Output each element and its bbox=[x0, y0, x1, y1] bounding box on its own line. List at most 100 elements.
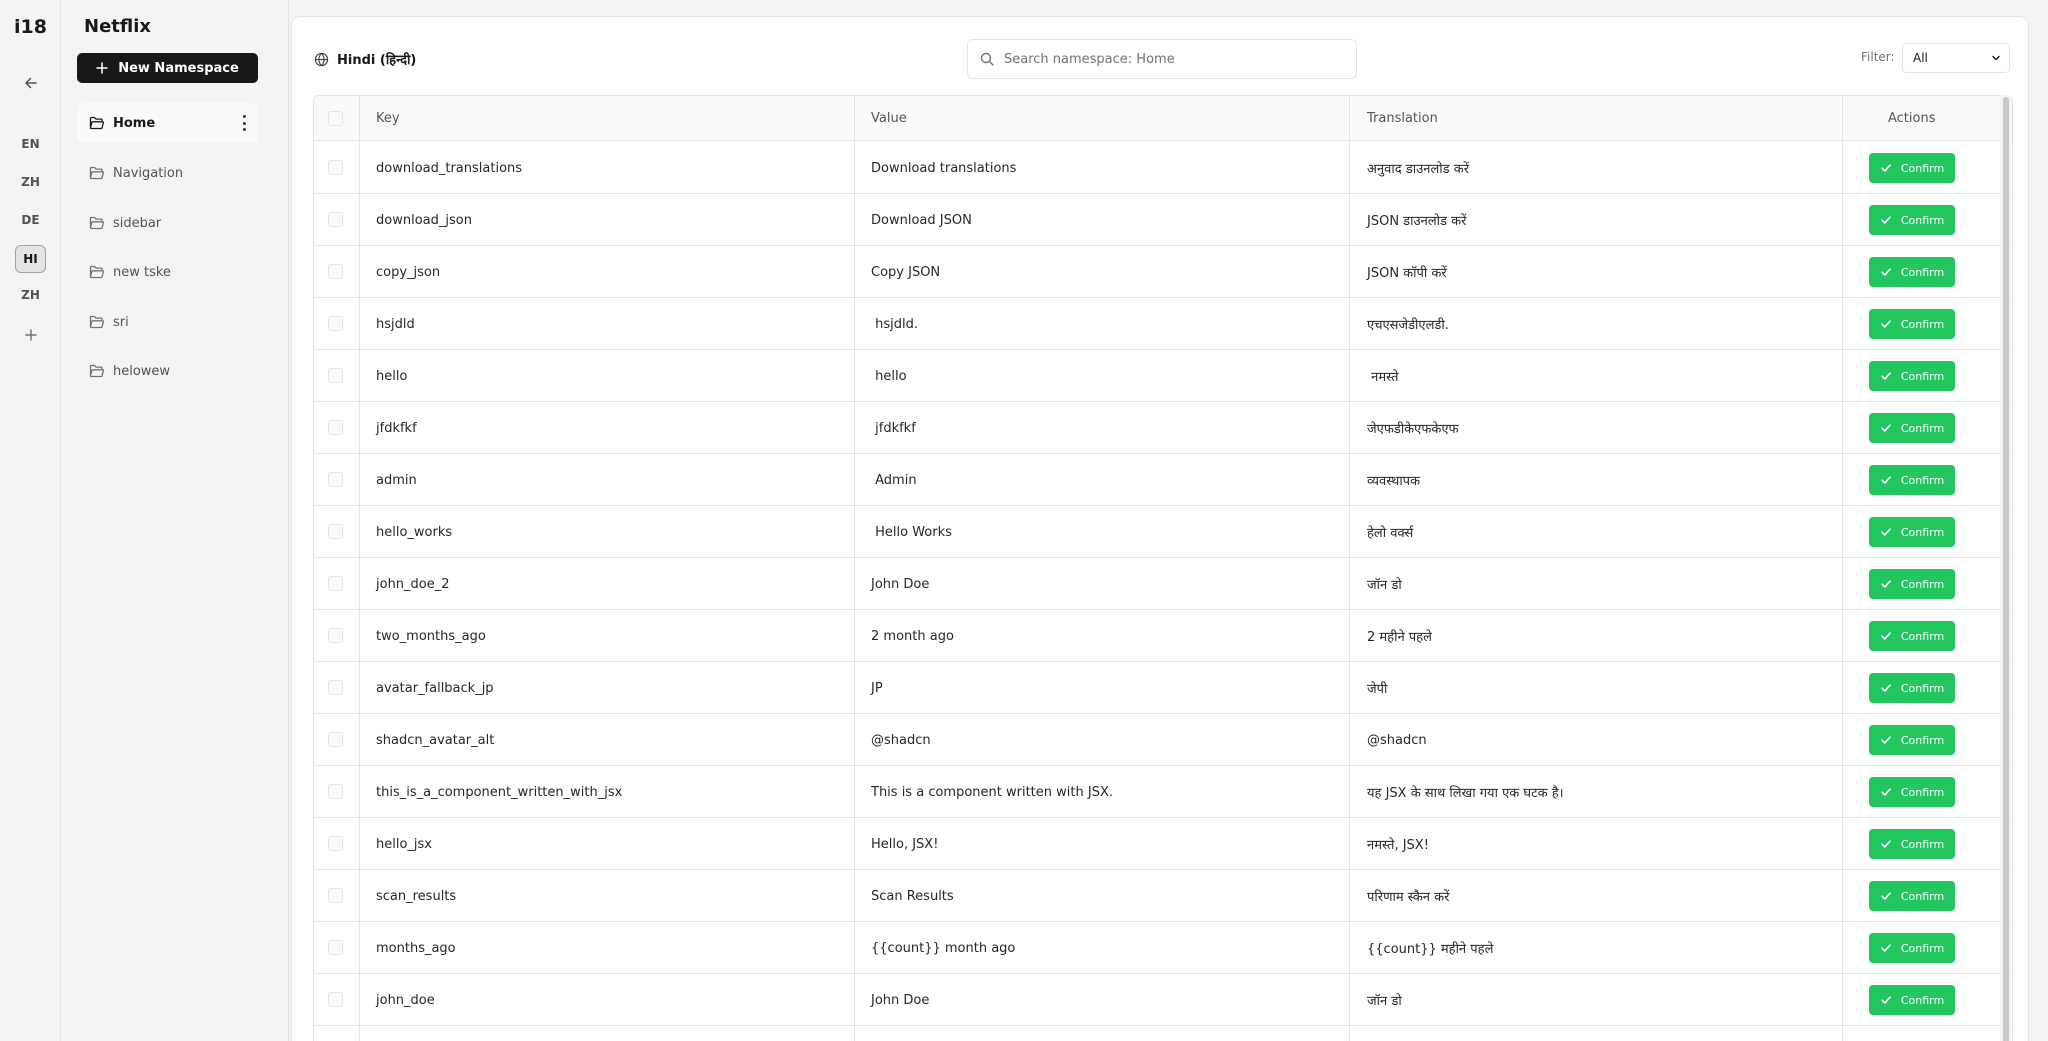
table-scrollbar[interactable] bbox=[2003, 97, 2009, 1041]
row-key: shadcn_avatar_alt bbox=[376, 732, 495, 748]
row-checkbox[interactable] bbox=[328, 576, 343, 591]
confirm-button[interactable]: Confirm bbox=[1869, 413, 1955, 443]
row-checkbox[interactable] bbox=[328, 212, 343, 227]
confirm-label: Confirm bbox=[1900, 421, 1945, 435]
more-vertical-icon[interactable] bbox=[242, 115, 246, 131]
check-icon bbox=[1881, 164, 1891, 172]
language-hi[interactable]: HI bbox=[15, 245, 46, 273]
row-key: john_doe bbox=[376, 992, 435, 1008]
row-checkbox[interactable] bbox=[328, 316, 343, 331]
confirm-button[interactable]: Confirm bbox=[1869, 673, 1955, 703]
check-icon bbox=[1881, 580, 1891, 588]
row-value: Hello Works bbox=[871, 524, 952, 540]
confirm-label: Confirm bbox=[1900, 317, 1945, 331]
row-checkbox[interactable] bbox=[328, 628, 343, 643]
row-key: copy_json bbox=[376, 264, 441, 280]
row-checkbox[interactable] bbox=[328, 992, 343, 1007]
app-root: i18 EN ZH DE HI ZH Netflix New Namespace… bbox=[0, 0, 2048, 1041]
row-value: 2 month ago bbox=[871, 628, 954, 644]
namespace-item-helowew[interactable]: helowew bbox=[77, 351, 258, 391]
confirm-label: Confirm bbox=[1900, 837, 1945, 851]
confirm-button[interactable]: Confirm bbox=[1869, 569, 1955, 599]
search-input[interactable] bbox=[1004, 51, 1334, 67]
confirm-button[interactable]: Confirm bbox=[1869, 205, 1955, 235]
row-translation: {{count}} महीने पहले bbox=[1367, 942, 1494, 957]
select-all-checkbox[interactable] bbox=[328, 111, 343, 126]
row-checkbox[interactable] bbox=[328, 888, 343, 903]
check-icon bbox=[1881, 268, 1891, 276]
namespace-label: Home bbox=[113, 115, 156, 131]
row-checkbox[interactable] bbox=[328, 160, 343, 175]
confirm-button[interactable]: Confirm bbox=[1869, 985, 1955, 1015]
column-divider bbox=[1349, 96, 1350, 1041]
table-row: this_is_a_component_written_with_jsx This… bbox=[314, 766, 2012, 818]
row-checkbox[interactable] bbox=[328, 420, 343, 435]
language-zh-2[interactable]: ZH bbox=[15, 281, 46, 309]
row-translation: यह JSX के साथ लिखा गया एक घटक है। bbox=[1367, 786, 1564, 801]
confirm-button[interactable]: Confirm bbox=[1869, 153, 1955, 183]
namespace-item-sidebar[interactable]: sidebar bbox=[77, 203, 258, 243]
confirm-button[interactable]: Confirm bbox=[1869, 257, 1955, 287]
language-zh[interactable]: ZH bbox=[15, 168, 46, 196]
confirm-label: Confirm bbox=[1900, 785, 1945, 799]
new-namespace-button[interactable]: New Namespace bbox=[77, 53, 258, 83]
plus-icon bbox=[25, 329, 37, 341]
check-icon bbox=[1881, 840, 1891, 848]
row-checkbox[interactable] bbox=[328, 940, 343, 955]
new-namespace-label: New Namespace bbox=[118, 60, 239, 76]
namespace-label: sri bbox=[113, 314, 129, 330]
confirm-button[interactable]: Confirm bbox=[1869, 465, 1955, 495]
check-icon bbox=[1881, 944, 1891, 952]
namespace-item-home[interactable]: Home bbox=[77, 103, 258, 143]
namespace-item-navigation[interactable]: Navigation bbox=[77, 153, 258, 193]
confirm-label: Confirm bbox=[1900, 941, 1945, 955]
confirm-button[interactable]: Confirm bbox=[1869, 361, 1955, 391]
row-checkbox[interactable] bbox=[328, 784, 343, 799]
confirm-label: Confirm bbox=[1900, 213, 1945, 227]
check-icon bbox=[1881, 736, 1891, 744]
row-checkbox[interactable] bbox=[328, 836, 343, 851]
confirm-label: Confirm bbox=[1900, 161, 1945, 175]
namespace-item-sri[interactable]: sri bbox=[77, 302, 258, 342]
confirm-button[interactable]: Confirm bbox=[1869, 725, 1955, 755]
plus-icon bbox=[96, 62, 108, 74]
table-row: download_json Download JSON JSON डाउनलोड क… bbox=[314, 194, 2012, 246]
row-checkbox[interactable] bbox=[328, 680, 343, 695]
row-translation: @shadcn bbox=[1367, 732, 1427, 748]
confirm-button[interactable]: Confirm bbox=[1869, 881, 1955, 911]
row-checkbox[interactable] bbox=[328, 264, 343, 279]
row-value: @shadcn bbox=[871, 732, 931, 748]
language-de[interactable]: DE bbox=[15, 206, 46, 234]
folder-icon bbox=[89, 364, 104, 378]
back-button[interactable] bbox=[19, 71, 43, 95]
filter-select[interactable]: All bbox=[1902, 43, 2010, 73]
confirm-button[interactable]: Confirm bbox=[1869, 309, 1955, 339]
search-icon bbox=[980, 52, 994, 66]
namespace-item-new-tske[interactable]: new tske bbox=[77, 252, 258, 292]
confirm-button[interactable]: Confirm bbox=[1869, 621, 1955, 651]
table-row: months_ago {{count}} month ago {{count}} म… bbox=[314, 922, 2012, 974]
row-value: John Doe bbox=[871, 576, 930, 592]
row-translation: व्यवस्थापक bbox=[1367, 474, 1421, 489]
language-en[interactable]: EN bbox=[15, 130, 46, 158]
translations-panel: Hindi (हिन्दी) Filter: All Key Value Tra… bbox=[291, 16, 2029, 1041]
row-value: Hello, JSX! bbox=[871, 836, 939, 852]
row-checkbox[interactable] bbox=[328, 732, 343, 747]
check-icon bbox=[1881, 632, 1891, 640]
confirm-button[interactable]: Confirm bbox=[1869, 933, 1955, 963]
row-checkbox[interactable] bbox=[328, 524, 343, 539]
confirm-button[interactable]: Confirm bbox=[1869, 829, 1955, 859]
chevron-down-icon bbox=[1992, 55, 2000, 61]
row-value: Copy JSON bbox=[871, 264, 941, 280]
row-key: download_json bbox=[376, 212, 472, 228]
column-header-value: Value bbox=[871, 111, 907, 126]
table-row: hello_jsx Hello, JSX! नमस्ते, JSX! Confirm bbox=[314, 818, 2012, 870]
confirm-button[interactable]: Confirm bbox=[1869, 517, 1955, 547]
column-divider bbox=[359, 96, 360, 1041]
check-icon bbox=[1881, 424, 1891, 432]
add-language-button[interactable] bbox=[20, 324, 42, 346]
row-key: two_months_ago bbox=[376, 628, 486, 644]
row-checkbox[interactable] bbox=[328, 472, 343, 487]
row-checkbox[interactable] bbox=[328, 368, 343, 383]
confirm-button[interactable]: Confirm bbox=[1869, 777, 1955, 807]
